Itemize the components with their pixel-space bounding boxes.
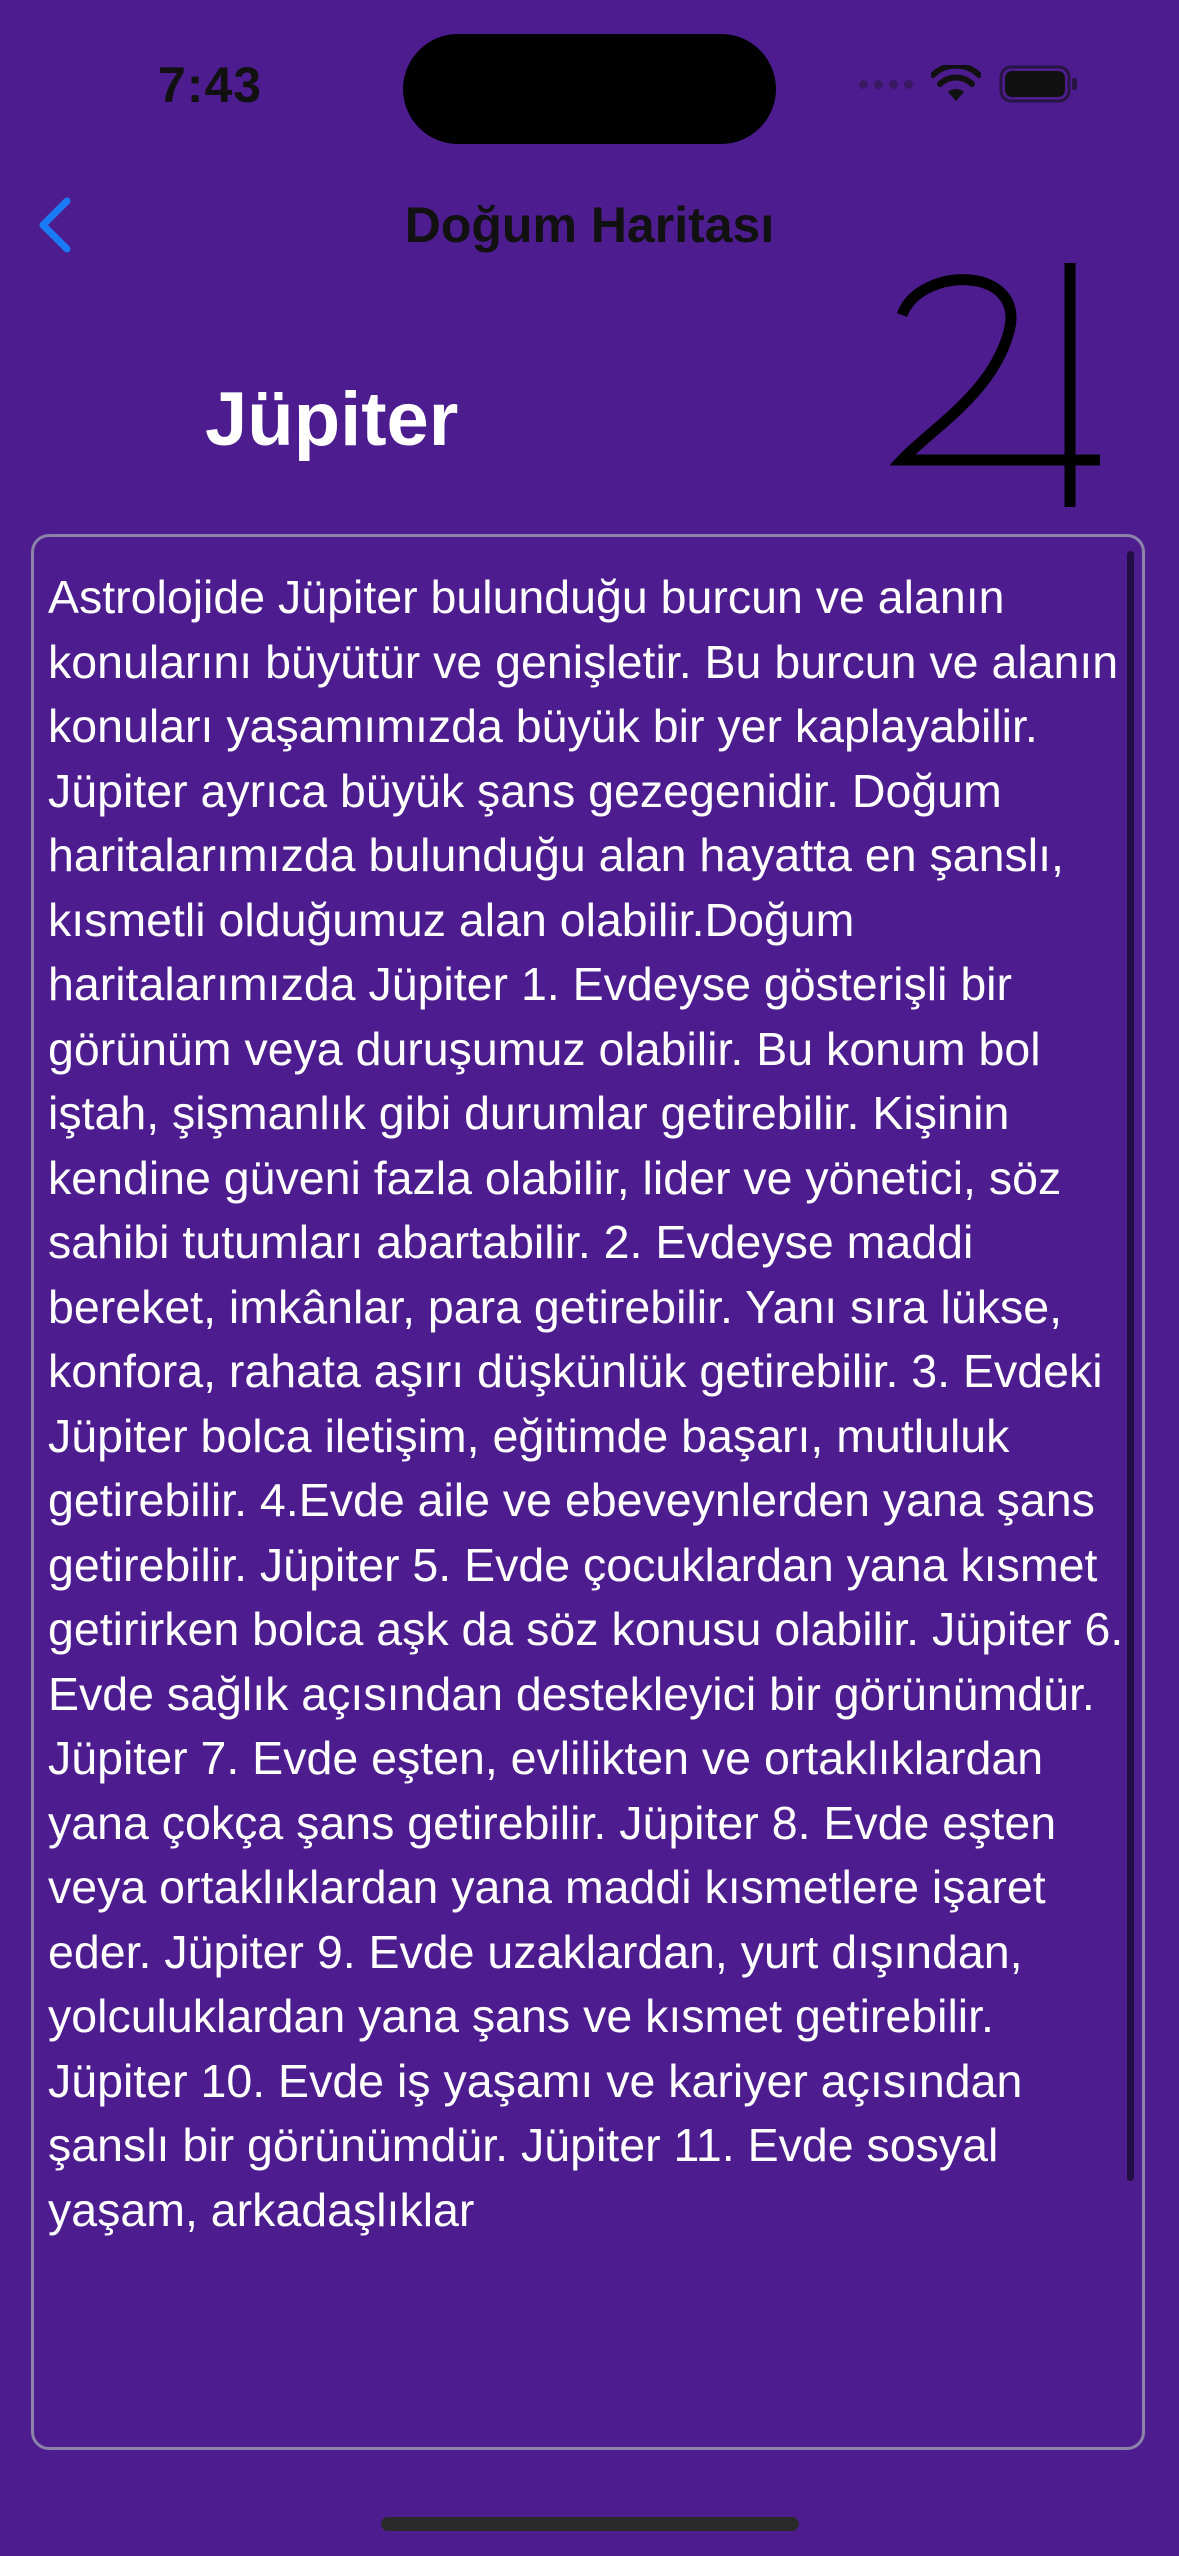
description-text-view[interactable]: Astrolojide Jüpiter bulunduğu burcun ve … xyxy=(31,534,1145,2450)
dynamic-island xyxy=(403,34,776,144)
cellular-signal-icon xyxy=(859,79,913,89)
wifi-icon xyxy=(931,65,981,101)
status-time: 7:43 xyxy=(158,57,263,113)
description-text: Astrolojide Jüpiter bulunduğu burcun ve … xyxy=(48,571,1124,2236)
nav-title: Doğum Haritası xyxy=(404,197,775,253)
home-indicator[interactable] xyxy=(381,2517,799,2531)
jupiter-symbol-icon xyxy=(890,263,1100,507)
screen: 7:43 Doğum Haritası Jüpiter Astrolojide … xyxy=(0,0,1179,2556)
battery-icon xyxy=(999,65,1077,103)
status-icons xyxy=(859,64,1079,104)
planet-name: Jüpiter xyxy=(205,377,459,462)
scroll-indicator[interactable] xyxy=(1127,551,1134,2181)
